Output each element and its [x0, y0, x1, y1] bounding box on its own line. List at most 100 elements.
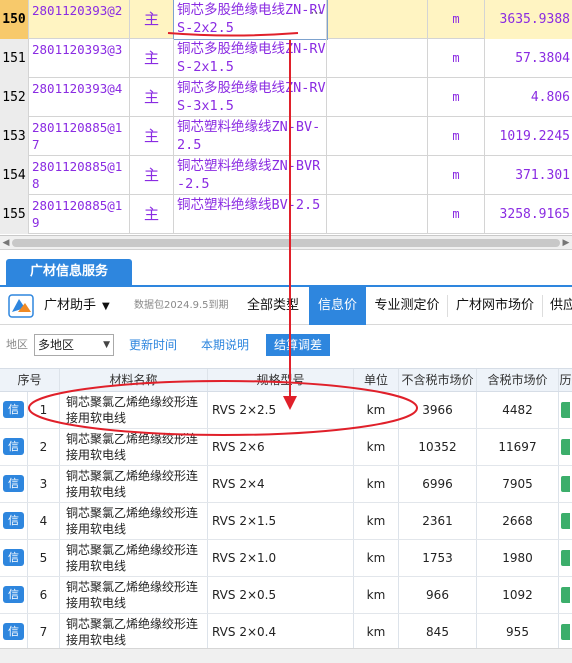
quantity-cell[interactable]: 4.806 [485, 78, 572, 117]
material-type[interactable]: 主 [130, 156, 174, 195]
quantity-cell[interactable]: 57.3804 [485, 39, 572, 78]
material-name[interactable]: 铜芯塑料绝缘线ZN-BVR-2.5 [174, 156, 327, 195]
row-number[interactable]: 151 [0, 39, 29, 78]
material-type[interactable]: 主 [130, 39, 174, 78]
tab-info-price[interactable]: 信息价 [309, 287, 366, 325]
material-name[interactable]: 铜芯多股绝缘电线ZN-RVS-3x1.5 [174, 78, 327, 117]
scroll-right-icon[interactable]: ▶ [560, 236, 572, 250]
col-header-price-ex-tax[interactable]: 不含税市场价 [399, 369, 477, 391]
material-name[interactable]: 铜芯塑料绝缘线BV-2.5 [174, 195, 327, 234]
spec-cell[interactable] [327, 156, 428, 195]
row-number[interactable]: 153 [0, 117, 29, 156]
col-header-history[interactable]: 历 [559, 369, 572, 391]
scroll-left-icon[interactable]: ◀ [0, 236, 12, 250]
material-name[interactable]: 铜芯多股绝缘电线ZN-RVS-2x2.5 ··· [173, 0, 328, 40]
table-row[interactable]: 信 2 铜芯聚氯乙烯绝缘绞形连接用软电线 RVS 2×6 km 10352 11697 [0, 429, 572, 466]
history-marker-icon[interactable] [561, 439, 570, 455]
history-cell[interactable] [559, 577, 572, 613]
table-row[interactable]: 信 4 铜芯聚氯乙烯绝缘绞形连接用软电线 RVS 2×1.5 km 2361 2668 [0, 503, 572, 540]
spec-cell[interactable] [327, 39, 428, 78]
table-row[interactable]: 信 3 铜芯聚氯乙烯绝缘绞形连接用软电线 RVS 2×4 km 6996 7905 [0, 466, 572, 503]
unit-cell[interactable]: m [428, 39, 485, 78]
sheet-horizontal-scrollbar[interactable]: ◀ ▶ [0, 236, 572, 250]
material-code[interactable]: 2801120393@4 [29, 78, 130, 117]
table-row[interactable]: 信 7 铜芯聚氯乙烯绝缘绞形连接用软电线 RVS 2×0.4 km 845 955 [0, 614, 572, 648]
info-badge-icon[interactable]: 信 [3, 438, 24, 455]
info-badge-icon[interactable]: 信 [3, 401, 24, 418]
table-row[interactable]: 信 1 铜芯聚氯乙烯绝缘绞形连接用软电线 RVS 2×2.5 km 3966 4482 [0, 392, 572, 429]
period-notes-button[interactable]: 本期说明 [194, 334, 256, 356]
col-header-price-in-tax[interactable]: 含税市场价 [477, 369, 559, 391]
sheet-row[interactable]: 150 2801120393@2 主铜芯多股绝缘电线ZN-RVS-2x2.5 ··· m… [0, 0, 572, 40]
sheet-row[interactable]: 151 2801120393@3 主铜芯多股绝缘电线ZN-RVS-2x1.5 m 57.… [0, 39, 572, 78]
material-code[interactable]: 2801120885@19 [29, 195, 130, 234]
sheet-row[interactable]: 154 2801120885@18 主铜芯塑料绝缘线ZN-BVR-2.5 m 371.3… [0, 156, 572, 195]
history-marker-icon[interactable] [561, 476, 570, 492]
history-cell[interactable] [559, 540, 572, 576]
row-number[interactable]: 155 [0, 195, 29, 234]
info-badge-icon[interactable]: 信 [3, 512, 24, 529]
spec-cell[interactable] [327, 0, 428, 39]
info-badge-icon[interactable]: 信 [3, 549, 24, 566]
spec-cell[interactable] [327, 78, 428, 117]
table-horizontal-scrollbar[interactable] [0, 648, 572, 663]
col-header-index[interactable]: 序号 [0, 369, 60, 391]
history-cell[interactable] [559, 614, 572, 648]
material-code[interactable]: 2801120393@2 [29, 0, 130, 39]
row-number[interactable]: 152 [0, 78, 29, 117]
history-marker-icon[interactable] [561, 402, 570, 418]
history-marker-icon[interactable] [561, 587, 570, 603]
history-cell[interactable] [559, 392, 572, 428]
info-badge-icon[interactable]: 信 [3, 623, 24, 640]
history-cell[interactable] [559, 466, 572, 502]
quantity-cell[interactable]: 3258.9165 [485, 195, 572, 234]
spec-cell[interactable] [327, 195, 428, 234]
col-header-name[interactable]: 材料名称 [60, 369, 208, 391]
material-code[interactable]: 2801120885@17 [29, 117, 130, 156]
table-row[interactable]: 信 6 铜芯聚氯乙烯绝缘绞形连接用软电线 RVS 2×0.5 km 966 1092 [0, 577, 572, 614]
quantity-cell[interactable]: 371.301 [485, 156, 572, 195]
history-cell[interactable] [559, 503, 572, 539]
history-marker-icon[interactable] [561, 624, 570, 640]
quantity-cell[interactable]: 3635.9388 [485, 0, 572, 39]
material-name[interactable]: 铜芯塑料绝缘线ZN-BV-2.5 [174, 117, 327, 156]
info-badge-icon[interactable]: 信 [3, 475, 24, 492]
settlement-adjust-button[interactable]: 结算调差 [266, 334, 330, 356]
material-type[interactable]: 主 [130, 78, 174, 117]
table-row[interactable]: 信 5 铜芯聚氯乙烯绝缘绞形连接用软电线 RVS 2×1.0 km 1753 1980 [0, 540, 572, 577]
tab-all-types[interactable]: 全部类型 [238, 287, 308, 325]
material-type[interactable]: 主 [130, 195, 174, 234]
material-type[interactable]: 主 [130, 117, 174, 156]
more-options-icon[interactable]: ··· [311, 4, 322, 22]
row-number[interactable]: 150 [0, 0, 29, 39]
update-time-button[interactable]: 更新时间 [122, 334, 184, 356]
tab-supply[interactable]: 供应 [543, 287, 572, 325]
material-type[interactable]: 主 [130, 0, 174, 39]
col-header-unit[interactable]: 单位 [354, 369, 399, 391]
unit-cell[interactable]: m [428, 195, 485, 234]
material-name[interactable]: 铜芯多股绝缘电线ZN-RVS-2x1.5 [174, 39, 327, 78]
history-marker-icon[interactable] [561, 550, 570, 566]
scrollbar-thumb[interactable] [12, 239, 560, 247]
tab-guangcai-market-price[interactable]: 广材网市场价 [448, 287, 542, 325]
unit-cell[interactable]: m [428, 156, 485, 195]
sheet-row[interactable]: 153 2801120885@17 主铜芯塑料绝缘线ZN-BV-2.5 m 1019.2… [0, 117, 572, 156]
panel-tab-guangcai-info[interactable]: 广材信息服务 [6, 259, 132, 285]
spec-cell[interactable] [327, 117, 428, 156]
unit-cell[interactable]: m [428, 0, 485, 39]
area-select[interactable]: 多地区 ▼ [34, 334, 114, 356]
assistant-menu[interactable]: 广材助手 ▼ [44, 287, 110, 326]
material-code[interactable]: 2801120393@3 [29, 39, 130, 78]
quantity-cell[interactable]: 1019.2245 [485, 117, 572, 156]
sheet-row[interactable]: 152 2801120393@4 主铜芯多股绝缘电线ZN-RVS-3x1.5 m 4.8… [0, 78, 572, 117]
unit-cell[interactable]: m [428, 117, 485, 156]
info-badge-icon[interactable]: 信 [3, 586, 24, 603]
history-marker-icon[interactable] [561, 513, 570, 529]
sheet-row[interactable]: 155 2801120885@19 主铜芯塑料绝缘线BV-2.5 m 3258.9165 [0, 195, 572, 234]
material-code[interactable]: 2801120885@18 [29, 156, 130, 195]
history-cell[interactable] [559, 429, 572, 465]
row-number[interactable]: 154 [0, 156, 29, 195]
unit-cell[interactable]: m [428, 78, 485, 117]
col-header-spec[interactable]: 规格型号 [208, 369, 354, 391]
tab-professional-price[interactable]: 专业测定价 [367, 287, 447, 325]
